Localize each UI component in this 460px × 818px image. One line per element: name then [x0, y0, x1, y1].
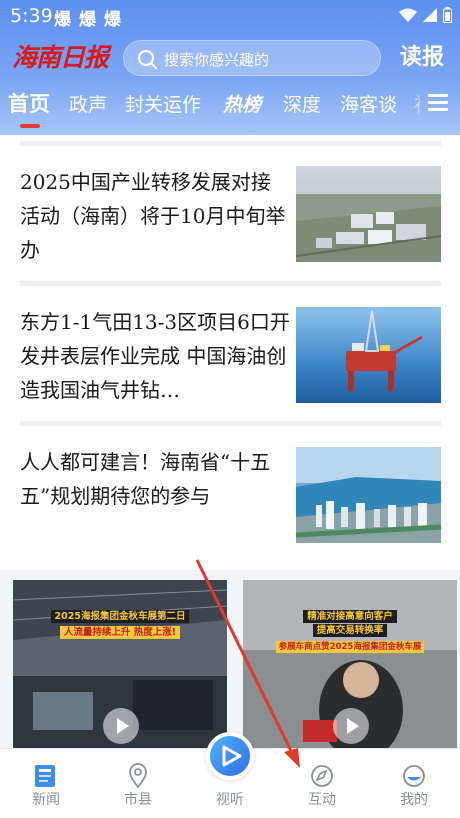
nav-label: 互动: [308, 792, 336, 808]
article-title: 2025中国产业转移发展对接活动（海南）将于10月中旬举办: [20, 170, 286, 262]
article-title: 人人都可建言！海南省“十五五”规划期待您的参与: [20, 450, 271, 508]
read-newspaper-button[interactable]: 读报: [394, 40, 450, 76]
article-thumbnail: [296, 447, 441, 543]
tab-hainan-talk[interactable]: 海客谈: [340, 90, 397, 117]
play-icon: [103, 708, 139, 744]
news-article[interactable]: 东方1-1气田13-3区项目6口开发井表层作业完成 中国海油创造我国油气井钻…: [0, 297, 460, 427]
article-thumbnail: [296, 307, 441, 403]
status-bar: 5:39 爆 爆 爆: [0, 0, 460, 32]
news-article[interactable]: 2025中国产业转移发展对接活动（海南）将于10月中旬举办: [0, 157, 460, 287]
notification-icon: 爆: [79, 10, 96, 30]
notification-icon: 爆: [54, 10, 71, 30]
status-time: 5:39: [10, 5, 53, 27]
tab-politics[interactable]: 政声: [69, 90, 107, 117]
video-caption: 参展车商点赞2025海报集团金秋车展: [275, 641, 425, 653]
app-logo: 海南日报: [12, 43, 109, 72]
video-card[interactable]: 2025海报集团金秋车展第二日 人流量持续上升 热度上涨!: [13, 580, 227, 750]
audio-video-center-button[interactable]: [206, 732, 254, 780]
nav-label: 视听: [216, 792, 244, 808]
signal-icon: [423, 8, 437, 22]
nav-city-county[interactable]: 市县: [92, 749, 184, 818]
wifi-icon: [399, 8, 417, 22]
video-caption: 2025海报集团金秋车展第二日: [50, 610, 190, 623]
tab-hot-list[interactable]: 热榜: [223, 90, 261, 117]
nav-label: 我的: [400, 792, 428, 808]
notification-icon: 爆: [104, 10, 121, 30]
news-icon: [35, 765, 55, 787]
news-article[interactable]: 人人都可建言！海南省“十五五”规划期待您的参与: [0, 437, 460, 567]
tab-home[interactable]: 首页: [8, 88, 50, 118]
play-icon: [333, 708, 369, 744]
play-icon: [222, 745, 242, 767]
system-status-icons: [399, 7, 452, 23]
video-card[interactable]: 精准对接高意向客户 提高交易转换率 参展车商点赞2025海报集团金秋车展: [243, 580, 457, 750]
video-caption: 人流量持续上升 热度上涨!: [59, 626, 181, 639]
location-pin-icon: [129, 763, 147, 789]
tab-customs-closure[interactable]: 封关运作: [125, 90, 201, 117]
nav-label: 新闻: [32, 792, 60, 808]
search-placeholder: 搜索你感兴趣的: [164, 51, 270, 69]
profile-icon: [403, 765, 425, 787]
video-strip: 2025海报集团金秋车展第二日 人流量持续上升 热度上涨! 精准对接高意向客户 …: [0, 570, 460, 750]
nav-label: 市县: [124, 792, 152, 808]
channel-tabs: 首页 政声 封关运作 热榜 深度 海客谈 初: [0, 86, 420, 126]
nav-interaction[interactable]: 互动: [276, 749, 368, 818]
search-icon: [137, 49, 158, 70]
tab-in-depth[interactable]: 深度: [283, 90, 321, 117]
article-title: 东方1-1气田13-3区项目6口开发井表层作业完成 中国海油创造我国油气井钻…: [20, 310, 290, 402]
video-caption: 提高交易转换率: [312, 624, 388, 637]
compass-icon: [311, 765, 333, 787]
article-thumbnail: [296, 166, 441, 262]
active-tab-indicator: [20, 124, 40, 128]
nav-profile[interactable]: 我的: [368, 749, 460, 818]
news-feed: 2025中国产业转移发展对接活动（海南）将于10月中旬举办 东方1-1气田13-…: [0, 135, 460, 570]
battery-icon: [443, 7, 452, 23]
divider: [20, 281, 441, 286]
nav-news[interactable]: 新闻: [0, 749, 92, 818]
tab-next[interactable]: 初: [414, 90, 420, 117]
divider: [20, 141, 441, 146]
search-input[interactable]: 搜索你感兴趣的: [123, 40, 381, 76]
app-header: 5:39 爆 爆 爆 海南日报 搜索你感兴趣的 读报 首页 政声 封关运作 热榜…: [0, 0, 460, 135]
divider: [20, 421, 441, 426]
menu-icon[interactable]: [428, 94, 448, 114]
